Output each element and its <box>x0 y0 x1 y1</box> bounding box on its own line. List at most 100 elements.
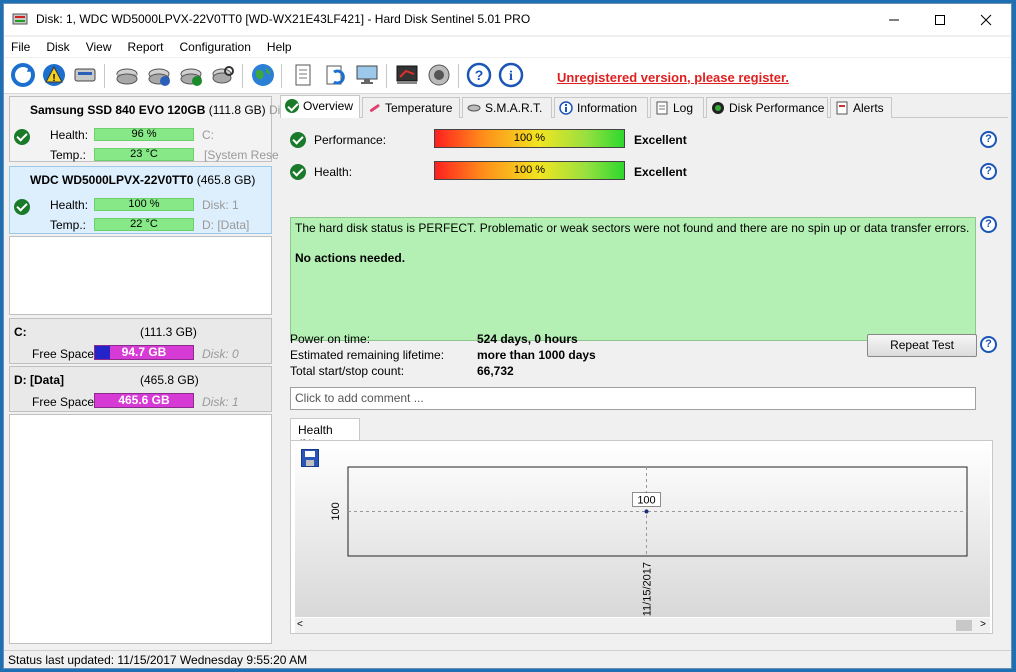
refresh-icon[interactable] <box>10 62 36 88</box>
startstop-label: Total start/stop count: <box>290 364 405 378</box>
disk-icon[interactable] <box>72 62 98 88</box>
window-title: Disk: 1, WDC WD5000LPVX-22V0TT0 [WD-WX21… <box>36 12 531 26</box>
ok-check-icon <box>285 99 299 113</box>
alerts-icon <box>836 101 848 115</box>
power-on-label: Power on time: <box>290 332 371 346</box>
health-rating: Excellent <box>634 165 687 179</box>
volume-label: [System Rese <box>204 148 279 162</box>
help-icon[interactable]: ? <box>980 163 997 180</box>
menu-file[interactable]: File <box>4 37 38 54</box>
repeat-test-button[interactable]: Repeat Test <box>867 334 977 357</box>
tab-smart[interactable]: S.M.A.R.T. <box>462 97 552 118</box>
temp-bar: 22 °C <box>94 218 194 231</box>
close-button[interactable] <box>963 4 1009 35</box>
disk-test-icon[interactable] <box>114 62 140 88</box>
volume-disk: Disk: 1 <box>202 395 239 409</box>
tab-label: Log <box>673 101 694 115</box>
disk-check-icon[interactable] <box>178 62 204 88</box>
health-bar: 100 % <box>434 161 625 180</box>
info-icon[interactable]: i <box>498 62 524 88</box>
overview-panel: Performance: 100 % Excellent ? Health: 1… <box>280 118 1008 638</box>
help-icon[interactable]: ? <box>466 62 492 88</box>
minimize-icon <box>889 19 899 20</box>
help-icon[interactable]: ? <box>980 336 997 353</box>
chart-background: 100 100 11/15/2017 <box>295 443 990 617</box>
health-bar: 100 % <box>94 198 194 211</box>
used-space-fill <box>95 346 110 359</box>
benchmark-icon[interactable] <box>394 62 420 88</box>
app-window: Disk: 1, WDC WD5000LPVX-22V0TT0 [WD-WX21… <box>3 3 1012 669</box>
tab-overview[interactable]: Overview <box>280 95 360 119</box>
menu-disk[interactable]: Disk <box>38 37 77 54</box>
details-panel: Overview Temperature S.M.A.R.T. Informat… <box>280 95 1008 638</box>
disk-size: (111.8 GB) <box>208 103 266 117</box>
scroll-thumb[interactable] <box>956 620 972 631</box>
tab-label: Information <box>577 101 638 115</box>
svg-text:!: ! <box>52 73 55 84</box>
temp-label: Temp.: <box>50 218 87 232</box>
tab-label: Temperature <box>385 101 453 115</box>
tab-alerts[interactable]: Alerts <box>830 97 892 118</box>
ok-check-icon <box>14 199 30 215</box>
app-icon <box>12 13 28 25</box>
help-icon[interactable]: ? <box>980 131 997 148</box>
disk-list-empty-area <box>9 236 272 315</box>
volume-card-d[interactable]: D: [Data] (465.8 GB) Free Space 465.6 GB… <box>9 366 272 412</box>
comment-field[interactable]: Click to add comment ... <box>290 387 976 410</box>
menu-report[interactable]: Report <box>119 37 171 54</box>
data-point <box>644 509 649 514</box>
free-space-value: 94.7 GB <box>121 345 167 359</box>
ok-check-icon <box>290 132 306 148</box>
network-icon[interactable] <box>354 62 380 88</box>
lifetime-value: more than 1000 days <box>477 348 596 362</box>
disk-card-wdc[interactable]: WDC WD5000LPVX-22V0TT0 (465.8 GB) Health… <box>9 166 272 234</box>
disk-card-samsung[interactable]: Samsung SSD 840 EVO 120GB (111.8 GB) Di … <box>9 96 280 162</box>
disk-info-icon[interactable] <box>146 62 172 88</box>
y-tick-label: 100 <box>330 502 342 520</box>
menu-view[interactable]: View <box>78 37 120 54</box>
volume-size: (111.3 GB) <box>140 325 197 339</box>
maximize-button[interactable] <box>917 4 963 35</box>
horizontal-scrollbar[interactable]: < > <box>295 618 990 633</box>
warning-icon[interactable]: ! <box>41 62 67 88</box>
volume-card-c[interactable]: C: (111.3 GB) Free Space 94.7 GB Disk: 0 <box>9 318 272 364</box>
tab-label: S.M.A.R.T. <box>485 101 543 115</box>
gauge-icon <box>712 102 724 114</box>
volume-label: Disk: 1 <box>202 198 239 212</box>
volume-label: D: [Data] <box>202 218 250 232</box>
help-icon[interactable]: ? <box>980 216 997 233</box>
startstop-value: 66,732 <box>477 364 514 378</box>
thermometer-icon <box>369 104 380 112</box>
lifetime-label: Estimated remaining lifetime: <box>290 348 445 362</box>
toolbar-separator <box>242 64 243 88</box>
log-icon <box>656 101 668 115</box>
chart-tab-health[interactable]: Health (%) <box>290 418 360 451</box>
scroll-right-icon[interactable]: > <box>980 619 986 630</box>
tab-label: Alerts <box>853 101 884 115</box>
performance-rating: Excellent <box>634 133 687 147</box>
health-label: Health: <box>314 165 353 179</box>
scroll-left-icon[interactable]: < <box>297 619 303 630</box>
svg-text:i: i <box>509 69 513 84</box>
menu-help[interactable]: Help <box>259 37 300 54</box>
tab-log[interactable]: Log <box>650 97 704 118</box>
tab-information[interactable]: Information <box>554 97 648 118</box>
menu-bar: File Disk View Report Configuration Help <box>4 37 1011 57</box>
register-link[interactable]: Unregistered version, please register. <box>557 70 789 85</box>
tab-disk-performance[interactable]: Disk Performance <box>706 97 828 118</box>
tab-temperature[interactable]: Temperature <box>362 97 460 118</box>
free-space-bar: 94.7 GB <box>94 345 194 360</box>
minimize-button[interactable] <box>871 4 917 35</box>
volume-size: (465.8 GB) <box>140 373 199 387</box>
menu-configuration[interactable]: Configuration <box>172 37 259 54</box>
disk-size: (465.8 GB) <box>196 173 256 187</box>
report-icon[interactable] <box>290 62 316 88</box>
globe-icon[interactable] <box>250 62 276 88</box>
performance-bar: 100 % <box>434 129 625 148</box>
disk-search-icon[interactable] <box>210 62 236 88</box>
toolbar-separator <box>458 64 459 88</box>
toolbar-separator <box>386 64 387 88</box>
disk-index: Di <box>269 103 281 117</box>
speaker-icon[interactable] <box>426 62 452 88</box>
send-icon[interactable] <box>322 62 348 88</box>
